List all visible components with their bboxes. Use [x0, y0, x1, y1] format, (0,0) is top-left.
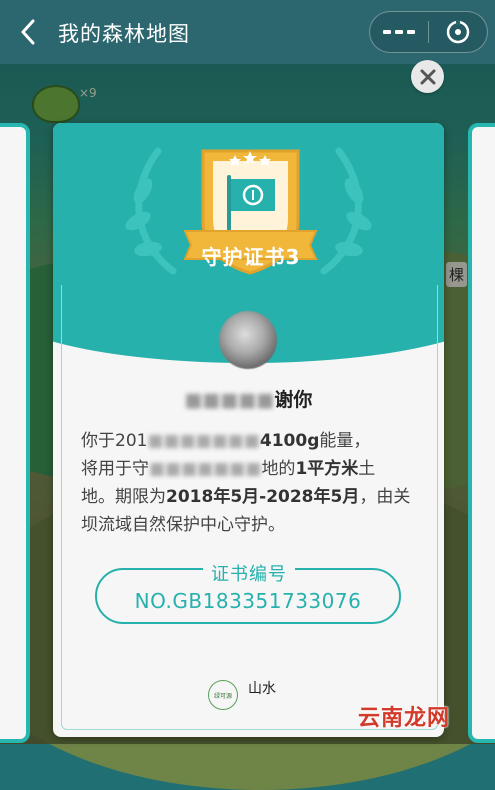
thanks-line: ■■■■■谢你 [53, 385, 444, 412]
more-dots-icon [383, 30, 415, 34]
exit-mini-program-button[interactable] [429, 12, 487, 52]
certificate-number-label: 证书编号 [95, 560, 403, 586]
top-navbar: 我的森林地图 [0, 0, 495, 64]
previous-certificate-card[interactable] [0, 123, 30, 743]
target-icon [446, 20, 470, 44]
body-line-3: 地。期限为2018年5月-2028年5月，由关 [81, 487, 411, 507]
body-line-2: 将用于守■■■■■■■地的1平方米土 [81, 459, 376, 479]
body-line-4: 坝流域自然保护中心守护。 [81, 515, 285, 535]
avatar [219, 311, 277, 369]
watermark: 云南龙网 [358, 705, 451, 731]
certificate-body-text: 你于201■■■■■■■4100g能量， 将用于守■■■■■■■地的1平方米土 … [81, 427, 421, 539]
thanks-text: 谢你 [274, 389, 313, 411]
partner-logo-left: 绿可源 [208, 680, 238, 710]
more-button[interactable] [370, 12, 428, 52]
partner-logos: 绿可源 山水 [208, 678, 293, 710]
close-modal-button[interactable] [411, 60, 444, 93]
badge-title: 守护证书3 [201, 245, 301, 269]
certificate-number: NO.GB183351733076 [134, 589, 362, 613]
guardian-badge: 守护证书3 [163, 141, 338, 281]
certificate-card: 守护证书3 ■■■■■谢你 你于201■■■■■■■4100g能量， 将用于守■… [53, 123, 444, 737]
partner-logo-right: 山水 [248, 681, 276, 697]
certificate-number-label-row: 证书编号 [95, 560, 403, 585]
page-title: 我的森林地图 [58, 22, 190, 46]
close-icon [420, 69, 435, 84]
chevron-left-icon [21, 19, 35, 45]
body-line-1: 你于201■■■■■■■4100g能量， [81, 431, 371, 451]
back-button[interactable] [14, 16, 42, 48]
next-certificate-card[interactable] [468, 123, 495, 743]
certificate-header: 守护证书3 [53, 123, 444, 363]
obscured-name: ■■■■■ [184, 389, 275, 411]
mini-program-capsule [369, 11, 488, 53]
